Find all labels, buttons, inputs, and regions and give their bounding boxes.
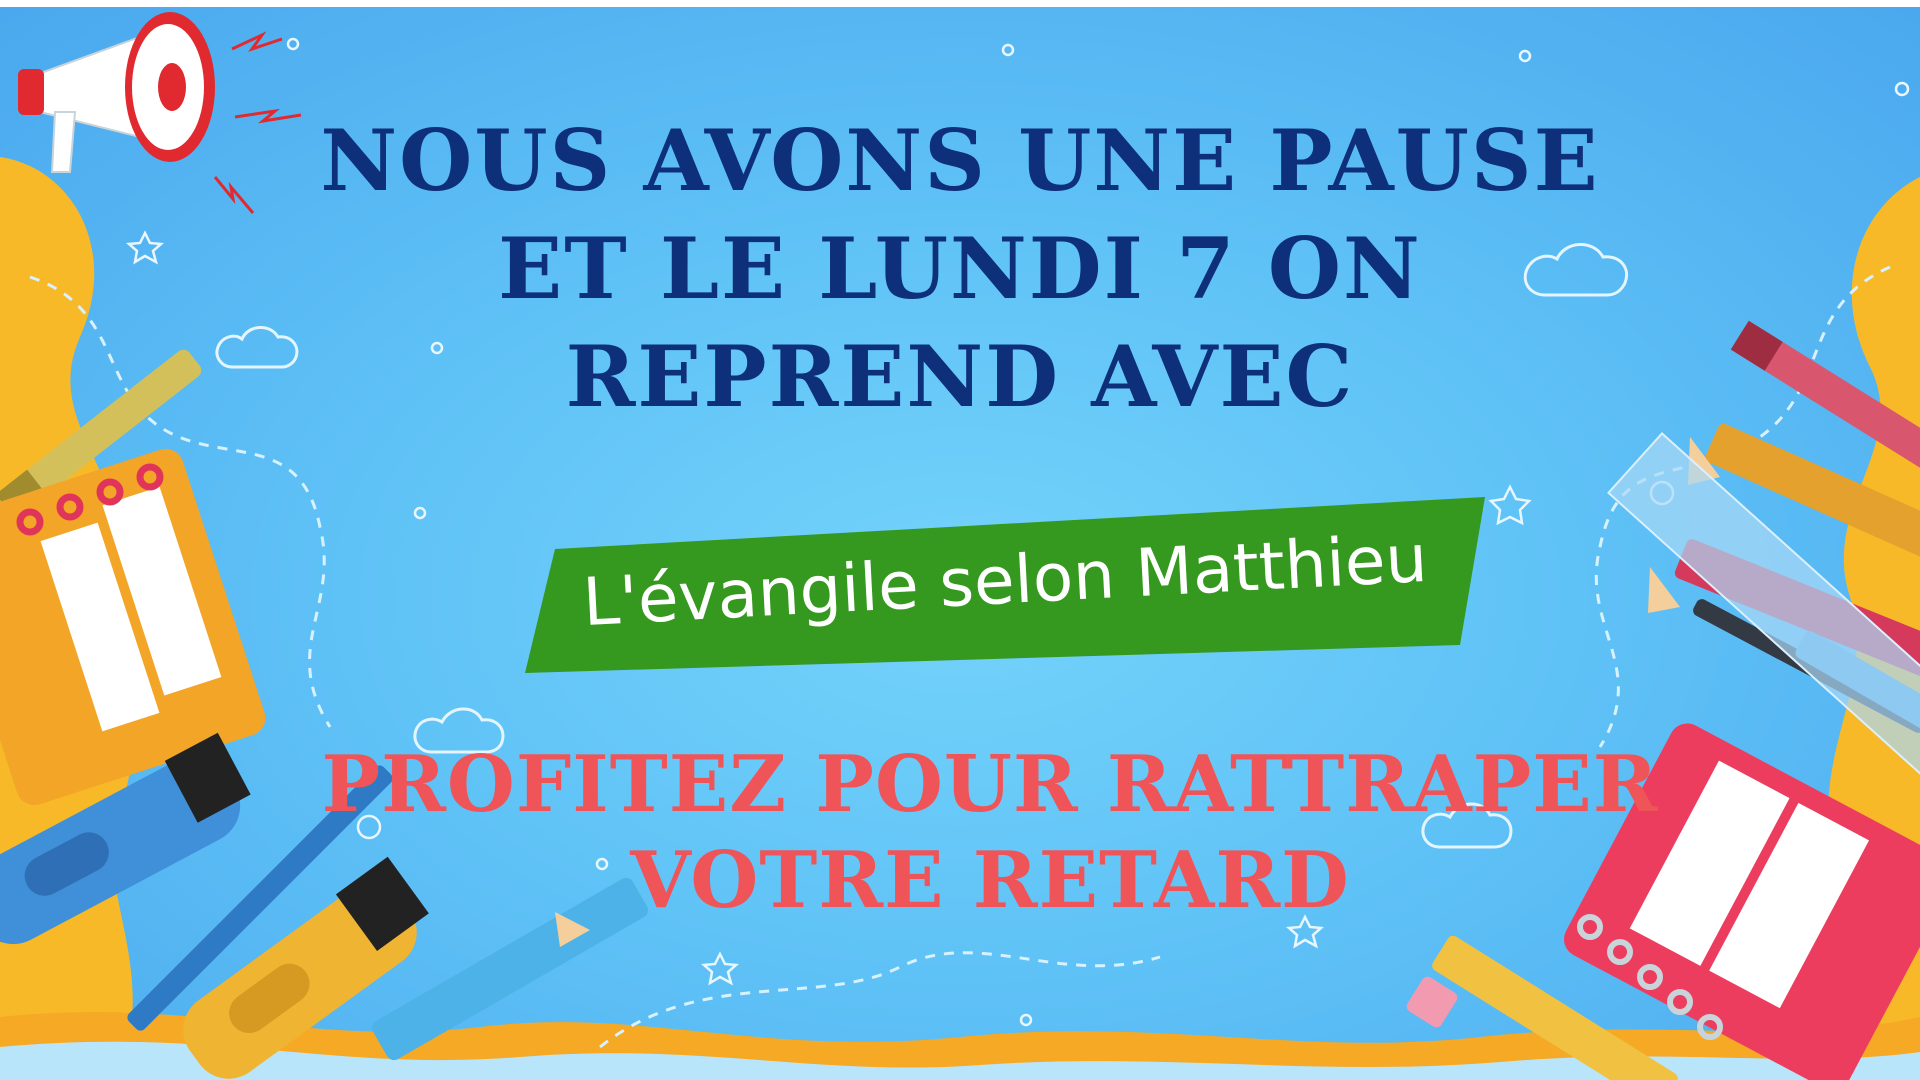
callout: Profitez pour rattraper votre retard [280, 737, 1700, 929]
callout-line-2: votre retard [630, 835, 1350, 926]
headline: Nous avons une pause et le lundi 7 on re… [180, 107, 1740, 431]
subject-banner: L'évangile selon Matthieu [525, 497, 1485, 673]
headline-line-2: et le lundi 7 on [498, 219, 1422, 318]
callout-line-1: Profitez pour rattraper [321, 739, 1659, 830]
headline-line-1: Nous avons une pause [320, 111, 1600, 210]
headline-line-3: reprend avec [565, 327, 1355, 426]
announcement-slide: Nous avons une pause et le lundi 7 on re… [0, 7, 1920, 1080]
